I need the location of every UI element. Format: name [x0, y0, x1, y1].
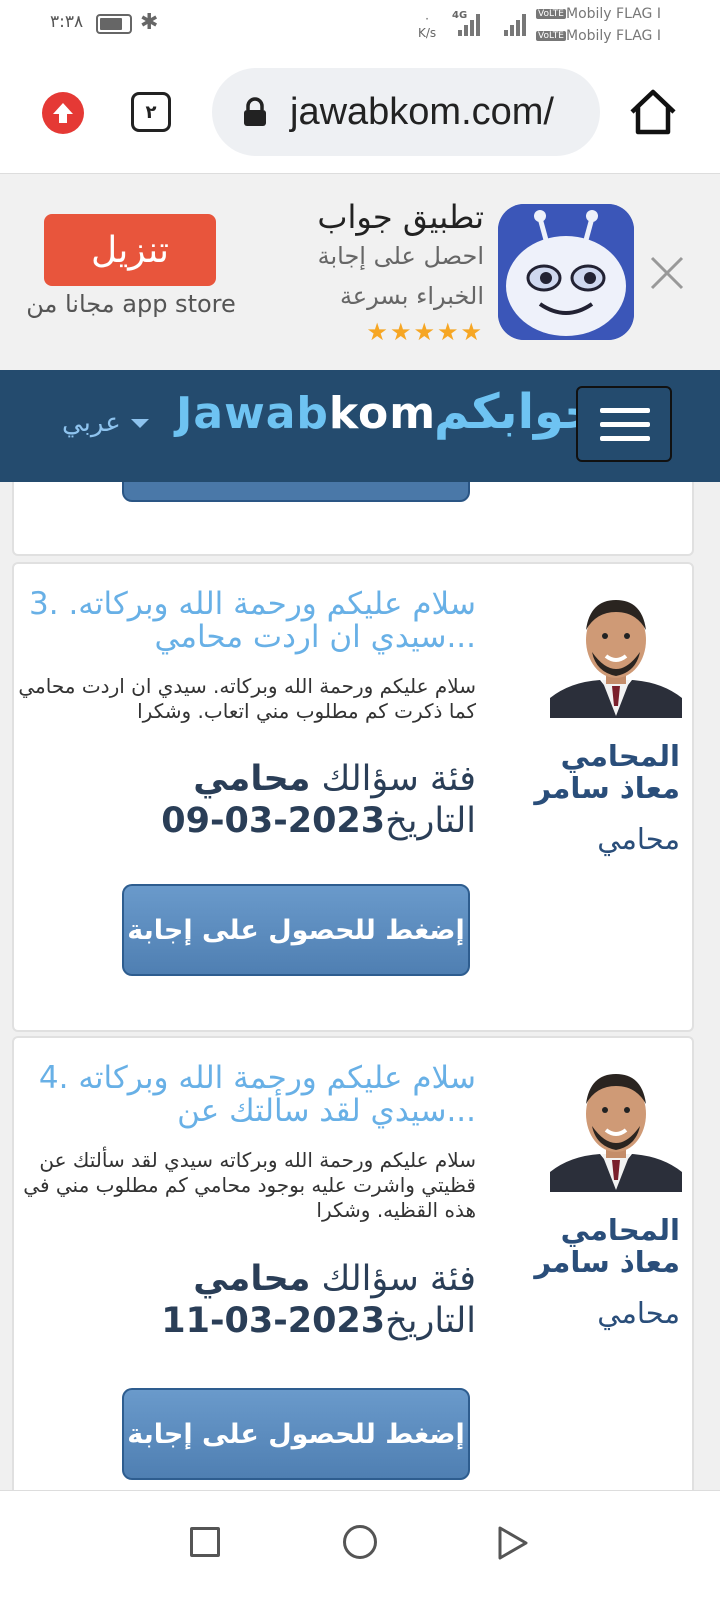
site-header: عربي Jawabkom جوابكم: [0, 370, 720, 482]
update-button[interactable]: [42, 92, 84, 134]
caret-down-icon: [130, 418, 149, 428]
question-body: سلام عليكم ورحمة الله وبركاته. سيدي ان ا…: [18, 674, 476, 723]
question-card-previous: [12, 482, 694, 556]
battery-icon: [96, 14, 132, 34]
logo-arabic[interactable]: جوابكم: [434, 384, 599, 440]
tab-switcher-button[interactable]: ٢: [131, 92, 171, 132]
menu-button[interactable]: [576, 386, 672, 462]
signal-icon-2: [504, 12, 528, 36]
signal-icon-1: 4G: [452, 10, 480, 36]
lawyer-photo: [550, 1064, 682, 1192]
robot-face-icon: [498, 204, 634, 340]
browser-toolbar: ٢ jawabkom.com/: [0, 52, 720, 174]
language-label: عربي: [62, 408, 121, 438]
recent-apps-button[interactable]: [190, 1527, 220, 1557]
home-button[interactable]: [343, 1525, 377, 1559]
question-body: سلام عليكم ورحمة الله وبركاته سيدي لقد س…: [23, 1148, 476, 1222]
lawyer-photo: [550, 590, 682, 718]
address-bar[interactable]: jawabkom.com/: [212, 68, 600, 156]
question-meta: فئة سؤالك محامي التاريخ2023-03-09: [161, 759, 476, 841]
lawyer-name[interactable]: المحامي معاذ سامر: [500, 740, 680, 804]
question-card: 3. سلام عليكم ورحمة الله وبركاته. سيدي ا…: [12, 562, 694, 1032]
close-icon[interactable]: [648, 254, 686, 292]
status-bar: ٣:٣٨ ✱ · K/s 4G VoLTE VoLTE Mobily FLAG I…: [0, 0, 720, 52]
get-answer-button[interactable]: [122, 482, 470, 502]
bluetooth-icon: ✱: [140, 10, 159, 35]
lock-icon: [244, 97, 266, 126]
app-title: تطبيق جواب: [317, 198, 484, 236]
logo-latin[interactable]: Jawabkom: [176, 388, 436, 439]
question-title[interactable]: 4. سلام عليكم ورحمة الله وبركاته سيدي لق…: [16, 1062, 476, 1128]
rating-stars: ★★★★★: [366, 318, 484, 346]
lawyer-role: محامي: [597, 1296, 680, 1330]
question-card: 4. سلام عليكم ورحمة الله وبركاته سيدي لق…: [12, 1036, 694, 1490]
get-answer-button[interactable]: إضغط للحصول على إجابة: [122, 884, 470, 976]
language-selector[interactable]: عربي: [62, 408, 149, 438]
carrier-label: Mobily FLAG I: [566, 28, 661, 44]
back-button[interactable]: [496, 1525, 530, 1561]
home-icon[interactable]: [628, 88, 678, 136]
lawyer-name[interactable]: المحامي معاذ سامر: [500, 1214, 680, 1278]
volte-badge: VoLTE: [536, 9, 566, 19]
avatar[interactable]: [550, 1064, 682, 1192]
lawyer-role: محامي: [597, 822, 680, 856]
download-button[interactable]: تنزيل: [44, 214, 216, 286]
question-title[interactable]: 3. سلام عليكم ورحمة الله وبركاته. سيدي ا…: [16, 588, 476, 654]
carrier-label: Mobily FLAG I: [566, 6, 661, 22]
questions-list: 3. سلام عليكم ورحمة الله وبركاته. سيدي ا…: [0, 482, 720, 1490]
get-answer-button[interactable]: إضغط للحصول على إجابة: [122, 1388, 470, 1480]
app-install-banner: تنزيل مجانا من app store تطبيق جواب احصل…: [0, 174, 720, 370]
clock: ٣:٣٨: [50, 12, 84, 32]
avatar[interactable]: [550, 590, 682, 718]
system-nav-bar: [0, 1490, 720, 1600]
url-text: jawabkom.com/: [290, 90, 554, 133]
app-icon[interactable]: [498, 204, 634, 340]
download-subtitle: مجانا من app store: [26, 290, 236, 318]
menu-icon: [600, 408, 650, 413]
network-speed: · K/s: [418, 12, 437, 40]
volte-badge: VoLTE: [536, 31, 566, 41]
app-description: احصل على إجابة الخبراء بسرعة: [317, 242, 484, 310]
arrow-up-icon: [53, 103, 73, 123]
question-meta: فئة سؤالك محامي التاريخ2023-03-11: [161, 1259, 476, 1341]
